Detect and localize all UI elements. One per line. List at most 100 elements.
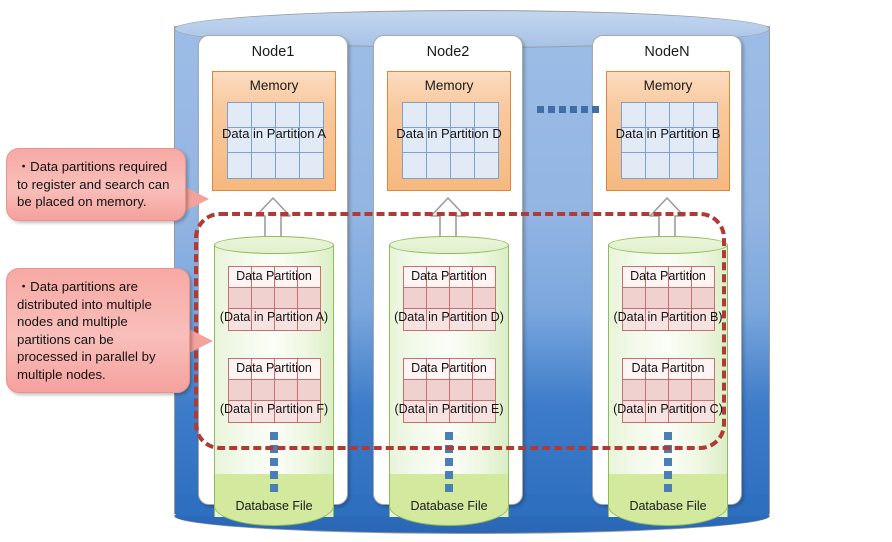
- node-card-n[interactable]: NodeN Memory Data in Partition B Databas…: [592, 35, 742, 526]
- database-file-label: Database File: [410, 499, 488, 513]
- partition-cell: [667, 286, 692, 310]
- memory-cell: [449, 152, 475, 179]
- partition-cell: [402, 286, 427, 310]
- memory-partition-label: Data in Partition B: [615, 126, 721, 141]
- partition-cell: [621, 378, 646, 402]
- partition-cell: [250, 378, 275, 402]
- database-top-ellipse: [214, 236, 334, 254]
- partition-subtitle: (Data in Partition B): [613, 310, 723, 324]
- memory-box: Memory Data in Partition B: [606, 71, 730, 191]
- memory-cell: [226, 101, 252, 128]
- partition-block[interactable]: Data Partiton (Data in Partition C): [613, 357, 723, 423]
- partition-cell: [690, 378, 715, 402]
- partition-title: Data Partition: [411, 361, 487, 375]
- memory-cell: [401, 101, 427, 128]
- partition-cell: [296, 286, 321, 310]
- partition-cell: [644, 378, 669, 402]
- load-to-memory-arrow-icon: [649, 197, 685, 239]
- partition-subtitle: (Data in Partition A): [219, 310, 329, 324]
- callout-2-tail: [187, 328, 213, 354]
- partition-cell: [621, 286, 646, 310]
- partition-cell: [471, 286, 496, 310]
- memory-cell: [473, 152, 499, 179]
- partition-cell: [402, 378, 427, 402]
- memory-title: Memory: [249, 78, 299, 93]
- partition-title: Data Partiton: [631, 361, 705, 375]
- memory-partition-label: Data in Partition D: [396, 126, 502, 141]
- database-file-label: Database File: [629, 499, 707, 513]
- vertical-ellipsis-icon: [445, 432, 453, 497]
- partition-cell: [296, 378, 321, 402]
- partition-cell: [250, 286, 275, 310]
- partition-cell: [273, 286, 298, 310]
- partition-cell: [471, 378, 496, 402]
- horizontal-ellipsis-icon: [537, 106, 599, 113]
- memory-cell: [644, 101, 670, 128]
- partition-cell: [273, 378, 298, 402]
- database-cylinder: Database File Data Partition (Data in Pa…: [214, 236, 334, 526]
- database-top-ellipse: [608, 236, 728, 254]
- partition-cell: [690, 286, 715, 310]
- callout-memory-note: ・Data partitions required to register an…: [6, 148, 186, 221]
- memory-cell: [401, 152, 427, 179]
- partition-subtitle: (Data in Partition C): [613, 402, 723, 416]
- partition-block[interactable]: Data Partition (Data in Partition A): [220, 265, 328, 331]
- load-to-memory-arrow-icon: [255, 197, 291, 239]
- memory-cell: [692, 101, 718, 128]
- memory-cell: [449, 101, 475, 128]
- diagram-canvas: Node1 Memory Data in Partition A Databas…: [0, 0, 892, 542]
- partition-cell: [448, 378, 473, 402]
- database-top-ellipse: [389, 236, 509, 254]
- partition-block[interactable]: Data Partition (Data in Partition B): [613, 265, 723, 331]
- partition-title: Data Partition: [630, 269, 706, 283]
- partition-cell: [425, 378, 450, 402]
- database-file-label: Database File: [235, 499, 313, 513]
- vertical-ellipsis-icon: [270, 432, 278, 497]
- partition-block[interactable]: Data Partition (Data in Partition F): [220, 357, 328, 423]
- memory-cell: [473, 101, 499, 128]
- memory-cell: [298, 152, 324, 179]
- callout-1-tail: [183, 186, 209, 212]
- load-to-memory-arrow-icon: [430, 197, 466, 239]
- memory-cell: [298, 101, 324, 128]
- memory-cell: [620, 101, 646, 128]
- memory-cell: [226, 152, 252, 179]
- node-title: NodeN: [644, 44, 690, 60]
- partition-cell: [227, 286, 252, 310]
- partition-subtitle: (Data in Partition D): [394, 310, 504, 324]
- memory-title: Memory: [424, 78, 474, 93]
- partition-cell: [448, 286, 473, 310]
- node-title: Node1: [251, 44, 295, 60]
- memory-cell: [692, 152, 718, 179]
- node-title: Node2: [426, 44, 470, 60]
- node-card-1[interactable]: Node1 Memory Data in Partition A Databas…: [198, 35, 348, 526]
- memory-cell: [668, 152, 694, 179]
- callout-distribution-note: ・Data partitions are distributed into mu…: [6, 268, 190, 394]
- memory-partition-label: Data in Partition A: [221, 126, 327, 141]
- partition-title: Data Partition: [411, 269, 487, 283]
- memory-cell: [644, 152, 670, 179]
- partition-block[interactable]: Data Partition (Data in Partition D): [394, 265, 504, 331]
- memory-cell: [250, 101, 276, 128]
- memory-title: Memory: [643, 78, 693, 93]
- partition-cell: [227, 378, 252, 402]
- memory-cell: [250, 152, 276, 179]
- node-card-2[interactable]: Node2 Memory Data in Partition D Databas…: [373, 35, 523, 526]
- partition-cell: [667, 378, 692, 402]
- database-cylinder: Database File Data Partition (Data in Pa…: [608, 236, 728, 526]
- partition-block[interactable]: Data Partition (Data in Partition E): [394, 357, 504, 423]
- memory-box: Memory Data in Partition A: [212, 71, 336, 191]
- partition-cell: [425, 286, 450, 310]
- database-cylinder: Database File Data Partition (Data in Pa…: [389, 236, 509, 526]
- partition-title: Data Partition: [236, 269, 312, 283]
- memory-cell: [425, 152, 451, 179]
- memory-cell: [274, 101, 300, 128]
- vertical-ellipsis-icon: [664, 432, 672, 497]
- memory-cell: [620, 152, 646, 179]
- memory-box: Memory Data in Partition D: [387, 71, 511, 191]
- memory-cell: [425, 101, 451, 128]
- partition-title: Data Partition: [236, 361, 312, 375]
- partition-cell: [644, 286, 669, 310]
- partition-subtitle: (Data in Partition E): [394, 402, 504, 416]
- memory-cell: [668, 101, 694, 128]
